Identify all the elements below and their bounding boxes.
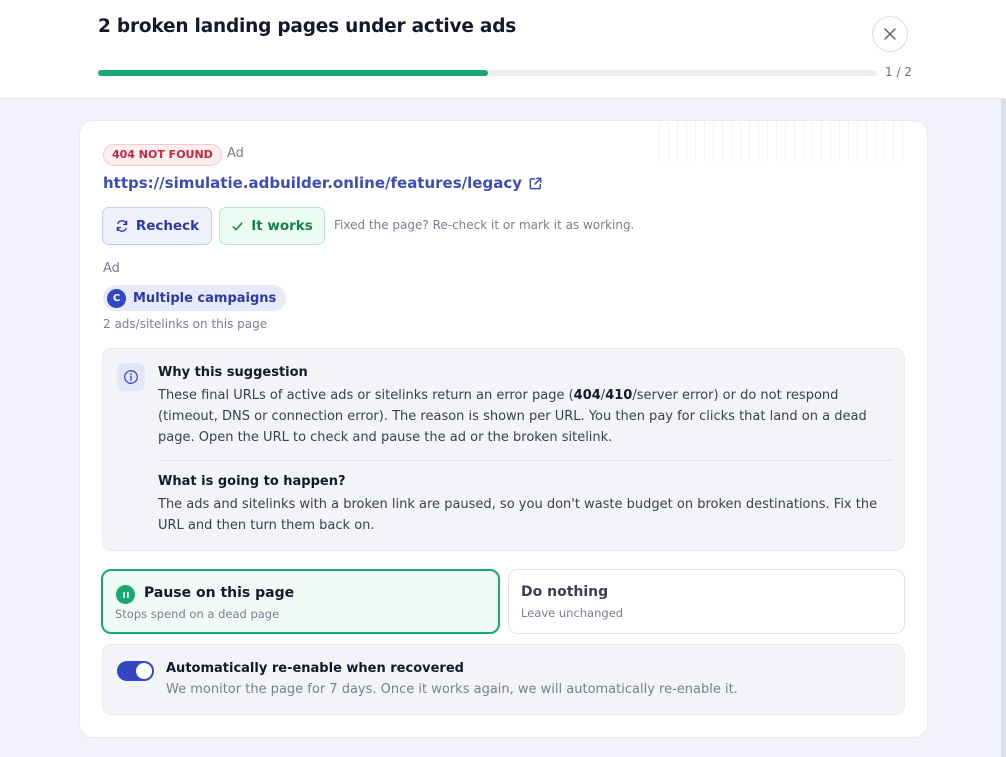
close-button[interactable] — [872, 16, 908, 52]
campaign-chip[interactable]: C Multiple campaigns — [103, 285, 287, 311]
what-text: The ads and sitelinks with a broken link… — [158, 497, 878, 533]
external-link-icon — [529, 177, 542, 189]
auto-reenable-toggle[interactable] — [117, 661, 154, 681]
close-icon — [884, 28, 896, 40]
auto-reenable-title: Automatically re-enable when recovered — [166, 661, 464, 676]
status-badge: 404 NOT FOUND — [103, 144, 222, 166]
auto-reenable-description: We monitor the page for 7 days. Once it … — [166, 682, 738, 697]
error-code-404: 404 — [573, 388, 601, 403]
dialog-header: 2 broken landing pages under active ads … — [0, 0, 1006, 99]
option-nothing-subtitle: Leave unchanged — [521, 606, 624, 620]
url-text: https://simulatie.adbuilder.online/featu… — [103, 174, 522, 192]
option-nothing-title: Do nothing — [521, 584, 609, 600]
refresh-icon — [116, 220, 128, 232]
scrollbar[interactable] — [1001, 99, 1006, 757]
option-pause-subtitle: Stops spend on a dead page — [115, 607, 280, 621]
it-works-label: It works — [251, 218, 313, 234]
dialog-title: 2 broken landing pages under active ads — [98, 16, 517, 37]
check-icon — [232, 221, 243, 231]
section-label-ad: Ad — [103, 261, 120, 276]
why-title: Why this suggestion — [158, 365, 308, 380]
decorative-pattern — [659, 121, 909, 163]
progress-count: 1 / 2 — [885, 65, 912, 79]
what-title: What is going to happen? — [158, 474, 346, 489]
broken-page-card: 404 NOT FOUND Ad https://simulatie.adbui… — [79, 120, 928, 738]
recheck-hint: Fixed the page? Re-check it or mark it a… — [334, 218, 635, 232]
why-text: These final URLs of active ads or siteli… — [158, 388, 867, 445]
progress-bar — [98, 70, 877, 76]
info-icon — [117, 363, 145, 391]
option-pause-title: Pause on this page — [144, 585, 295, 601]
recheck-label: Recheck — [135, 218, 200, 234]
campaign-chip-label: Multiple campaigns — [133, 290, 277, 306]
progress-fill — [98, 70, 488, 76]
option-pause[interactable]: Pause on this page Stops spend on a dead… — [101, 569, 500, 634]
toggle-knob — [136, 663, 152, 679]
campaign-avatar: C — [107, 288, 126, 308]
option-do-nothing[interactable]: Do nothing Leave unchanged — [508, 569, 905, 634]
ads-count: 2 ads/sitelinks on this page — [103, 317, 268, 331]
suggestion-info-box: Why this suggestion These final URLs of … — [102, 348, 905, 551]
kind-label: Ad — [227, 146, 244, 161]
error-code-410: 410 — [605, 388, 633, 403]
pause-icon — [116, 585, 135, 604]
it-works-button[interactable]: It works — [219, 207, 325, 245]
info-divider — [158, 460, 893, 461]
auto-reenable-box: Automatically re-enable when recovered W… — [102, 644, 905, 715]
landing-page-url-link[interactable]: https://simulatie.adbuilder.online/featu… — [103, 174, 543, 192]
recheck-button[interactable]: Recheck — [102, 207, 212, 245]
